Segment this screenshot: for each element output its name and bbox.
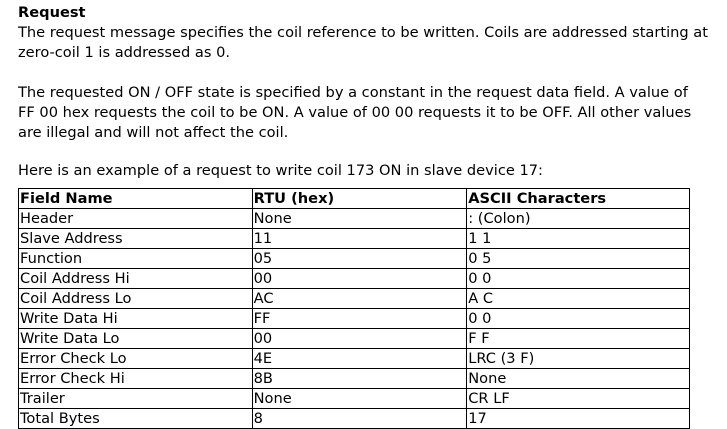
table-row: Header None : (Colon) — [18, 208, 690, 229]
paragraph-coil-reference: The request message specifies the coil r… — [18, 24, 708, 61]
cell-rtu-hex: 8 — [251, 408, 468, 429]
cell-ascii: None — [466, 368, 690, 389]
cell-field-name: Total Bytes — [18, 408, 253, 429]
cell-ascii: A C — [466, 288, 690, 309]
cell-rtu-hex: 11 — [251, 228, 468, 249]
cell-rtu-hex: FF — [251, 308, 468, 329]
cell-ascii: 0 5 — [466, 248, 690, 269]
cell-rtu-hex: 4E — [251, 348, 468, 369]
cell-field-name: Error Check Lo — [18, 348, 253, 369]
cell-rtu-hex: 00 — [251, 268, 468, 289]
table-row: Total Bytes 8 17 — [18, 408, 690, 429]
table-row: Coil Address Lo AC A C — [18, 288, 690, 309]
cell-ascii: 0 0 — [466, 268, 690, 289]
table-row: Write Data Hi FF 0 0 — [18, 308, 690, 329]
section-heading: Request — [18, 4, 86, 21]
table-row: Coil Address Hi 00 0 0 — [18, 268, 690, 289]
table-row: Error Check Hi 8B None — [18, 368, 690, 389]
cell-field-name: Write Data Hi — [18, 308, 253, 329]
cell-field-name: Trailer — [18, 388, 253, 409]
cell-ascii: 17 — [466, 408, 690, 429]
table-header-row: Field Name RTU (hex) ASCII Characters — [18, 188, 690, 209]
header-ascii-characters: ASCII Characters — [466, 188, 690, 209]
cell-field-name: Error Check Hi — [18, 368, 253, 389]
cell-ascii: LRC (3 F) — [466, 348, 690, 369]
table-row: Trailer None CR LF — [18, 388, 690, 409]
cell-field-name: Write Data Lo — [18, 328, 253, 349]
cell-field-name: Function — [18, 248, 253, 269]
cell-rtu-hex: AC — [251, 288, 468, 309]
cell-ascii: CR LF — [466, 388, 690, 409]
cell-rtu-hex: 8B — [251, 368, 468, 389]
cell-field-name: Coil Address Lo — [18, 288, 253, 309]
header-field-name: Field Name — [18, 188, 253, 209]
cell-ascii: 0 0 — [466, 308, 690, 329]
table-row: Error Check Lo 4E LRC (3 F) — [18, 348, 690, 369]
table-row: Slave Address 11 1 1 — [18, 228, 690, 249]
cell-rtu-hex: 05 — [251, 248, 468, 269]
paragraph-example-intro: Here is an example of a request to write… — [18, 162, 543, 179]
cell-field-name: Slave Address — [18, 228, 253, 249]
cell-ascii: 1 1 — [466, 228, 690, 249]
header-rtu-hex: RTU (hex) — [251, 188, 468, 209]
paragraph-on-off-state: The requested ON / OFF state is specifie… — [18, 84, 692, 141]
table-row: Write Data Lo 00 F F — [18, 328, 690, 349]
cell-field-name: Header — [18, 208, 253, 229]
table-row: Function 05 0 5 — [18, 248, 690, 269]
cell-rtu-hex: None — [251, 208, 468, 229]
document-page: Request The request message specifies th… — [0, 0, 709, 429]
cell-rtu-hex: 00 — [251, 328, 468, 349]
cell-ascii: F F — [466, 328, 690, 349]
request-example-table: Field Name RTU (hex) ASCII Characters He… — [18, 188, 690, 429]
cell-ascii: : (Colon) — [466, 208, 690, 229]
cell-rtu-hex: None — [251, 388, 468, 409]
cell-field-name: Coil Address Hi — [18, 268, 253, 289]
